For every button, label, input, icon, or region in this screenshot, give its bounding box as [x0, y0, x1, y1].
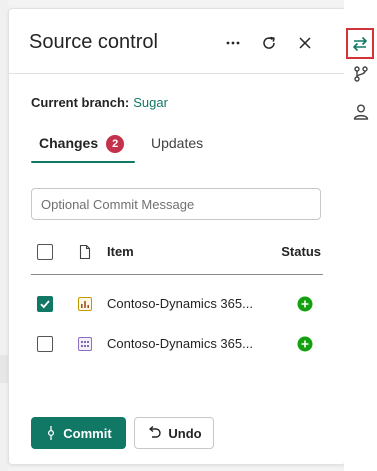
current-branch: Current branch: Sugar [31, 95, 168, 110]
source-control-icon [353, 36, 367, 51]
source-control-panel: Source control Current branch: Sugar Chan… [8, 8, 346, 465]
commit-message-input[interactable] [31, 188, 321, 220]
right-rail [344, 0, 377, 471]
item-name: Contoso-Dynamics 365... [107, 296, 253, 311]
undo-button[interactable]: Undo [134, 417, 214, 449]
tab-updates[interactable]: Updates [151, 135, 203, 151]
refresh-button[interactable] [255, 29, 283, 57]
table-header-row: Item Status [31, 230, 323, 275]
tab-changes-label: Changes [39, 135, 99, 151]
checkmark-icon [40, 300, 50, 309]
close-icon [299, 37, 311, 49]
commit-icon [45, 425, 57, 441]
more-options-button[interactable] [219, 29, 247, 57]
item-name: Contoso-Dynamics 365... [107, 336, 253, 351]
current-branch-label: Current branch: [31, 95, 130, 110]
select-all-checkbox[interactable] [37, 244, 53, 260]
commit-button-label: Commit [63, 425, 112, 441]
panel-title: Source control [29, 31, 158, 53]
commit-button[interactable]: Commit [31, 417, 126, 449]
added-icon [297, 336, 313, 352]
current-branch-value[interactable]: Sugar [133, 95, 168, 110]
semantic-model-icon [78, 337, 92, 351]
row-checkbox[interactable] [37, 296, 53, 312]
selected-tab-indicator [31, 161, 135, 163]
file-icon [79, 244, 91, 260]
report-icon [78, 297, 92, 311]
branches-rail-button[interactable] [349, 62, 373, 86]
changes-count-badge: 2 [106, 135, 125, 153]
background-strip [0, 0, 8, 471]
added-icon [297, 296, 313, 312]
status-column-header[interactable]: Status [281, 244, 321, 259]
source-control-rail-button[interactable] [346, 28, 374, 59]
tab-changes[interactable]: Changes 2 [39, 135, 125, 153]
undo-button-label: Undo [168, 425, 202, 441]
close-button[interactable] [291, 29, 319, 57]
table-row[interactable]: Contoso-Dynamics 365... [31, 323, 323, 367]
user-rail-button[interactable] [349, 100, 373, 124]
tab-updates-label: Updates [151, 135, 204, 151]
panel-header: Source control [9, 9, 345, 74]
more-icon [226, 41, 240, 45]
undo-icon [146, 425, 162, 441]
background-divider [0, 355, 8, 383]
item-column-header[interactable]: Item [107, 244, 134, 259]
row-checkbox[interactable] [37, 336, 53, 352]
table-row[interactable]: Contoso-Dynamics 365... [31, 283, 323, 327]
refresh-icon [263, 36, 275, 49]
branch-icon [354, 66, 368, 82]
user-icon [353, 104, 369, 120]
